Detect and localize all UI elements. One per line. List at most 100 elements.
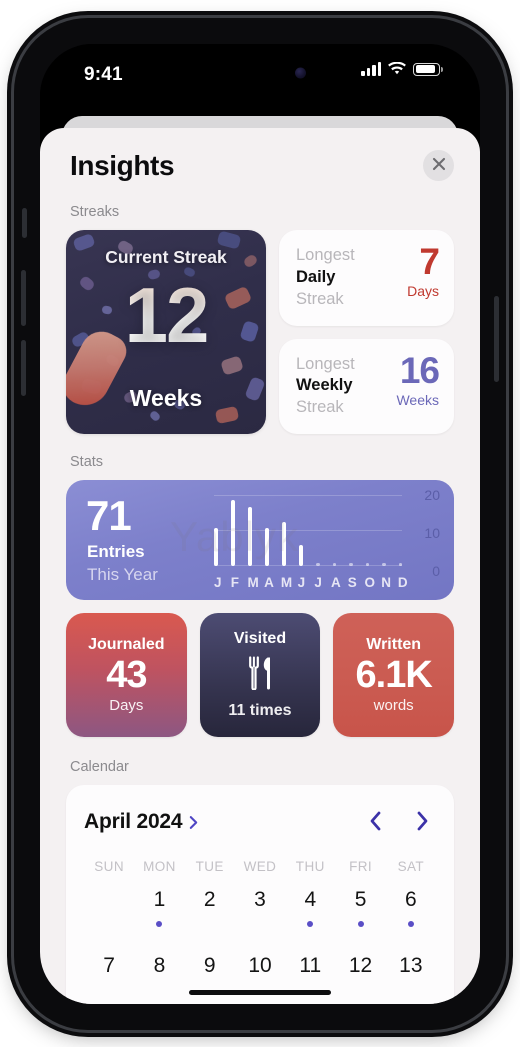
chart-month-label: J (297, 575, 306, 590)
chart-month-label: D (397, 575, 408, 590)
volume-up-button[interactable] (21, 270, 26, 326)
chart-month-label: J (314, 575, 322, 590)
dynamic-island (200, 56, 320, 89)
calendar-day-number: 11 (299, 954, 322, 977)
chart-bar (282, 522, 286, 566)
calendar-weekday: SUN (94, 859, 124, 874)
chart-month-label: A (331, 575, 341, 590)
daily-streak-value-group: 7 Days (407, 241, 440, 300)
written-stat-card[interactable]: Written 6.1K words (333, 613, 455, 737)
current-streak-unit: Weeks (129, 385, 203, 411)
current-streak-value: 12 (66, 276, 266, 354)
calendar-next-button[interactable] (416, 810, 430, 835)
chart-bar (365, 563, 369, 566)
weekly-streak-labels: Longest Weekly Streak (296, 354, 355, 420)
current-streak-title: Current Streak (105, 247, 227, 267)
calendar-day-number: 8 (153, 954, 166, 977)
daily-streak-value: 7 (419, 241, 440, 282)
longest-weekly-streak-card[interactable]: Longest Weekly Streak 16 Weeks (279, 338, 454, 434)
chart-month-label: J (214, 575, 222, 590)
phone-screen: 9:41 Insights Streaks Current Streak 12 … (40, 44, 480, 1004)
chart-month-label: S (347, 575, 357, 590)
chart-bar (265, 527, 269, 566)
mute-switch[interactable] (22, 208, 27, 238)
calendar-day-number: 7 (103, 954, 115, 977)
sheet-scroll-body[interactable]: Streaks Current Streak 12 Weeks Longest (40, 204, 480, 1004)
chart-month-label: A (264, 575, 274, 590)
chart-bar (332, 563, 336, 566)
status-bar: 9:41 (40, 44, 480, 118)
entries-count: 71 (86, 492, 132, 539)
page-title: Insights (70, 150, 175, 181)
calendar-prev-button[interactable] (368, 810, 382, 835)
calendar-day-cell[interactable]: 5 (335, 888, 385, 940)
calendar-day-cell[interactable]: 4 (285, 888, 335, 940)
confetti-shape (220, 355, 244, 376)
calendar-section-label: Calendar (70, 759, 129, 775)
calendar-day-number: 13 (399, 954, 423, 977)
calendar-weekday-row: SUN MON TUE WED THU FRI SAT (84, 859, 436, 874)
close-icon (432, 157, 446, 174)
chart-bars (214, 496, 402, 566)
home-indicator[interactable] (189, 989, 331, 995)
calendar-day-cell[interactable]: 2 (185, 888, 235, 940)
chart-bar (299, 545, 303, 566)
visited-stat-card[interactable]: Visited 11 times (199, 613, 321, 737)
fork-knife-icon (247, 656, 273, 695)
calendar-header: April 2024 (84, 805, 436, 839)
streaks-row: Current Streak 12 Weeks Longest Daily St… (40, 230, 480, 434)
sheet-header: Insights (40, 128, 480, 204)
written-value: 6.1K (355, 653, 433, 696)
calendar-week-row: 7 8 9 10 11 12 13 (84, 954, 436, 1004)
streaks-section: Streaks Current Streak 12 Weeks Longest (40, 204, 480, 434)
calendar-month-label[interactable]: April 2024 (84, 810, 183, 834)
weekly-streak-line3: Streak (296, 398, 344, 417)
close-button[interactable] (423, 150, 454, 181)
journaled-stat-card[interactable]: Journaled 43 Days (66, 613, 187, 737)
front-camera-icon (295, 67, 306, 78)
calendar-day-number: 4 (304, 888, 317, 911)
daily-streak-line2: Daily (296, 267, 336, 286)
daily-streak-unit: Days (407, 283, 439, 300)
stats-section-label: Stats (70, 454, 104, 470)
chart-bar (231, 499, 235, 566)
calendar-day-cell[interactable]: 3 (235, 888, 285, 940)
calendar-day-cell[interactable]: 1 (134, 888, 184, 940)
calendar-day-cell[interactable]: 6 (386, 888, 436, 940)
calendar-day-cell[interactable]: 9 (185, 954, 235, 1004)
chart-month-label: N (381, 575, 391, 590)
entries-chart-card[interactable]: 71 Entries This Year JFMAMJJASOND 0 10 20 (66, 480, 454, 600)
power-button[interactable] (494, 296, 499, 382)
daily-streak-labels: Longest Daily Streak (296, 245, 355, 311)
battery-icon (413, 62, 443, 76)
calendar-weekday: TUE (195, 859, 224, 874)
calendar-day-cell[interactable]: 7 (84, 954, 134, 1004)
insights-sheet: Insights Streaks Current Streak 12 Weeks… (40, 128, 480, 1004)
calendar-day-cell[interactable]: 13 (386, 954, 436, 1004)
written-unit: words (373, 697, 414, 715)
calendar-day-cell[interactable]: 10 (235, 954, 285, 1004)
streaks-section-label: Streaks (70, 204, 120, 220)
chart-bar (316, 563, 320, 566)
streak-card-stack: Longest Daily Streak 7 Days Longest Week… (279, 230, 454, 434)
calendar-weekday: THU (295, 859, 325, 874)
chart-bar (382, 563, 386, 566)
chart-y-tick: 20 (424, 487, 440, 503)
chart-y-axis: 0 10 20 (414, 487, 440, 579)
chevron-right-icon[interactable] (189, 815, 198, 830)
longest-daily-streak-card[interactable]: Longest Daily Streak 7 Days (279, 230, 454, 326)
volume-down-button[interactable] (21, 340, 26, 396)
journaled-title: Journaled (88, 635, 165, 653)
current-streak-card[interactable]: Current Streak 12 Weeks (66, 230, 266, 434)
monthly-entries-chart (214, 495, 402, 566)
calendar-day-cell[interactable]: 11 (285, 954, 335, 1004)
calendar-day-number: 1 (153, 888, 166, 911)
chart-bar (248, 506, 252, 566)
calendar-day-number: 10 (248, 954, 272, 977)
weekly-streak-unit: Weeks (396, 391, 439, 408)
calendar-day-cell[interactable]: 8 (134, 954, 184, 1004)
visited-count: 11 times (228, 702, 292, 719)
calendar-day-cell[interactable]: 12 (335, 954, 385, 1004)
calendar-day-number: 3 (254, 888, 266, 911)
weekly-streak-line1: Longest (296, 354, 355, 373)
